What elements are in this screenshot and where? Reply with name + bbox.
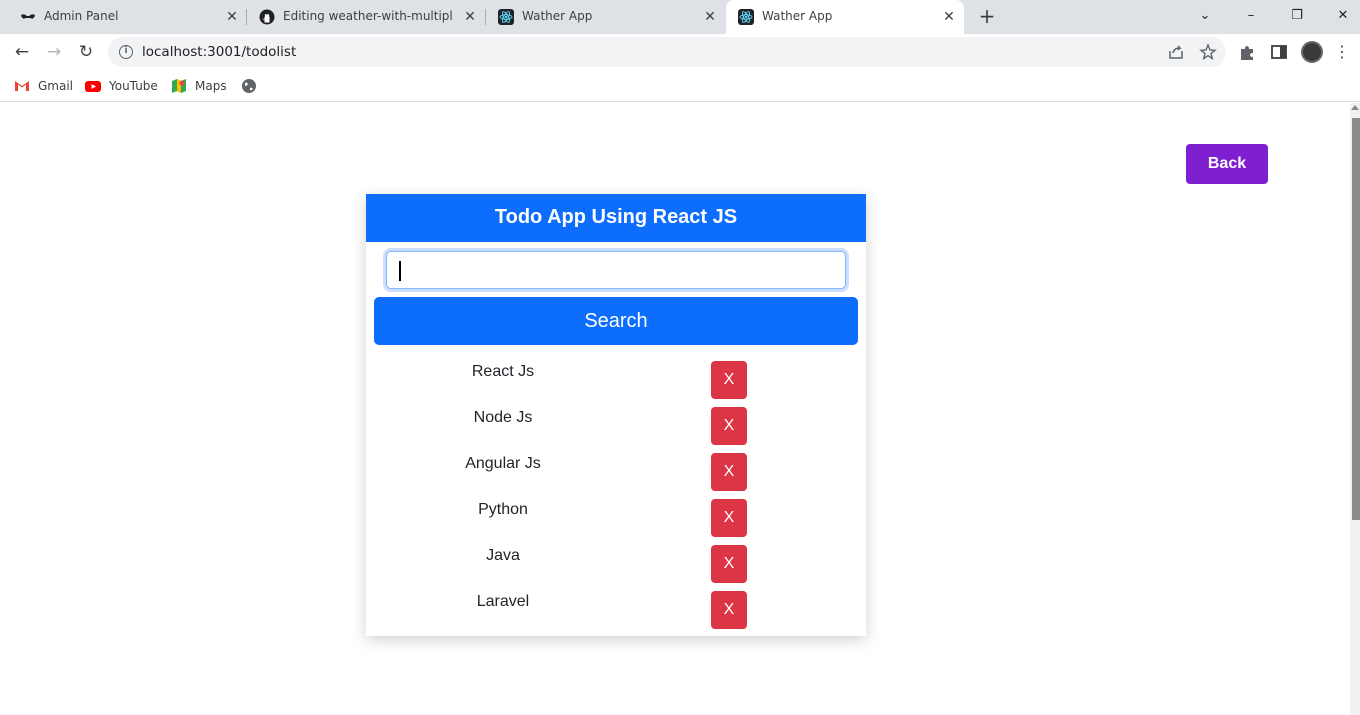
todo-item: Laravel X xyxy=(366,591,866,637)
gmail-icon xyxy=(15,81,29,91)
tab-close-icon[interactable]: ✕ xyxy=(461,8,479,26)
browser-toolbar: ← → ↻ i localhost:3001/todolist ⋮ xyxy=(0,34,1360,70)
tab-label: Wather App xyxy=(762,9,833,23)
back-arrow-icon[interactable]: ← xyxy=(10,40,34,64)
restore-button[interactable]: ❐ xyxy=(1286,5,1308,27)
tab-wather-app-active[interactable]: Wather App ✕ xyxy=(726,0,964,34)
tab-close-icon[interactable]: ✕ xyxy=(701,8,719,26)
bookmarks-bar: Gmail YouTube Maps xyxy=(0,70,1360,102)
reload-icon[interactable]: ↻ xyxy=(74,40,98,64)
menu-icon[interactable]: ⋮ xyxy=(1332,40,1352,64)
todo-item: Java X xyxy=(366,545,866,591)
tab-admin-panel[interactable]: Admin Panel ✕ xyxy=(8,0,246,34)
page-content: Back Todo App Using React JS Search Reac… xyxy=(0,103,1350,715)
delete-button[interactable]: X xyxy=(711,499,747,537)
close-window-button[interactable]: ✕ xyxy=(1332,5,1354,27)
minimize-button[interactable]: – xyxy=(1240,5,1262,27)
tab-label: Admin Panel xyxy=(44,9,119,23)
maps-icon xyxy=(172,79,186,93)
react-icon xyxy=(498,9,514,25)
delete-button[interactable]: X xyxy=(711,591,747,629)
todo-item: React Js X xyxy=(366,361,866,407)
todo-text: Laravel xyxy=(476,593,530,610)
mask-icon xyxy=(21,14,35,19)
share-icon[interactable] xyxy=(1167,43,1185,61)
delete-button[interactable]: X xyxy=(711,361,747,399)
todo-text: React Js xyxy=(471,363,535,380)
back-button[interactable]: Back xyxy=(1186,144,1268,184)
globe-icon xyxy=(242,79,256,93)
site-info-icon[interactable]: i xyxy=(119,45,133,59)
search-button[interactable]: Search xyxy=(374,297,858,345)
new-tab-button[interactable]: + xyxy=(976,6,998,28)
bookmark-label: YouTube xyxy=(109,79,158,93)
youtube-icon xyxy=(85,81,101,92)
tab-wather-app[interactable]: Wather App ✕ xyxy=(486,0,724,34)
todo-item: Node Js X xyxy=(366,407,866,453)
todo-input[interactable] xyxy=(386,251,846,289)
delete-button[interactable]: X xyxy=(711,453,747,491)
delete-button[interactable]: X xyxy=(711,407,747,445)
tab-search-dropdown-icon[interactable]: ⌄ xyxy=(1194,5,1216,27)
profile-avatar[interactable] xyxy=(1301,41,1323,63)
scroll-up-arrow-icon[interactable] xyxy=(1351,105,1359,110)
todo-text: Node Js xyxy=(473,409,533,426)
delete-button[interactable]: X xyxy=(711,545,747,583)
todo-item: Angular Js X xyxy=(366,453,866,499)
bookmark-maps[interactable]: Maps xyxy=(171,77,227,95)
todo-text: Java xyxy=(486,547,520,564)
todo-text: Angular Js xyxy=(465,455,541,472)
extensions-icon[interactable] xyxy=(1236,41,1258,63)
tab-strip: Admin Panel ✕ Editing weather-with-multi… xyxy=(0,0,1360,34)
tab-github-editing[interactable]: Editing weather-with-multiple-pr ✕ xyxy=(247,0,485,34)
bookmark-label: Gmail xyxy=(38,79,74,93)
url-text[interactable]: localhost:3001/todolist xyxy=(142,44,296,60)
tab-close-icon[interactable]: ✕ xyxy=(940,8,958,26)
address-bar[interactable]: i localhost:3001/todolist xyxy=(108,37,1226,67)
todo-card: Todo App Using React JS Search React Js … xyxy=(366,194,866,636)
bookmark-label: Maps xyxy=(195,79,227,93)
tab-label: Editing weather-with-multiple-pr xyxy=(283,9,453,23)
bookmark-youtube[interactable]: YouTube xyxy=(85,77,158,95)
star-icon[interactable] xyxy=(1199,43,1217,61)
scrollbar-thumb[interactable] xyxy=(1352,118,1360,520)
github-icon xyxy=(259,9,275,25)
tab-close-icon[interactable]: ✕ xyxy=(223,8,241,26)
page-title: Todo App Using React JS xyxy=(366,194,866,242)
side-panel-icon[interactable] xyxy=(1268,41,1290,63)
text-caret xyxy=(399,261,401,281)
forward-arrow-icon[interactable]: → xyxy=(42,40,66,64)
todo-text: Python xyxy=(478,501,528,518)
tab-label: Wather App xyxy=(522,9,593,23)
bookmark-globe[interactable] xyxy=(241,77,265,95)
todo-item: Python X xyxy=(366,499,866,545)
bookmark-gmail[interactable]: Gmail xyxy=(14,77,73,95)
react-icon xyxy=(738,9,754,25)
